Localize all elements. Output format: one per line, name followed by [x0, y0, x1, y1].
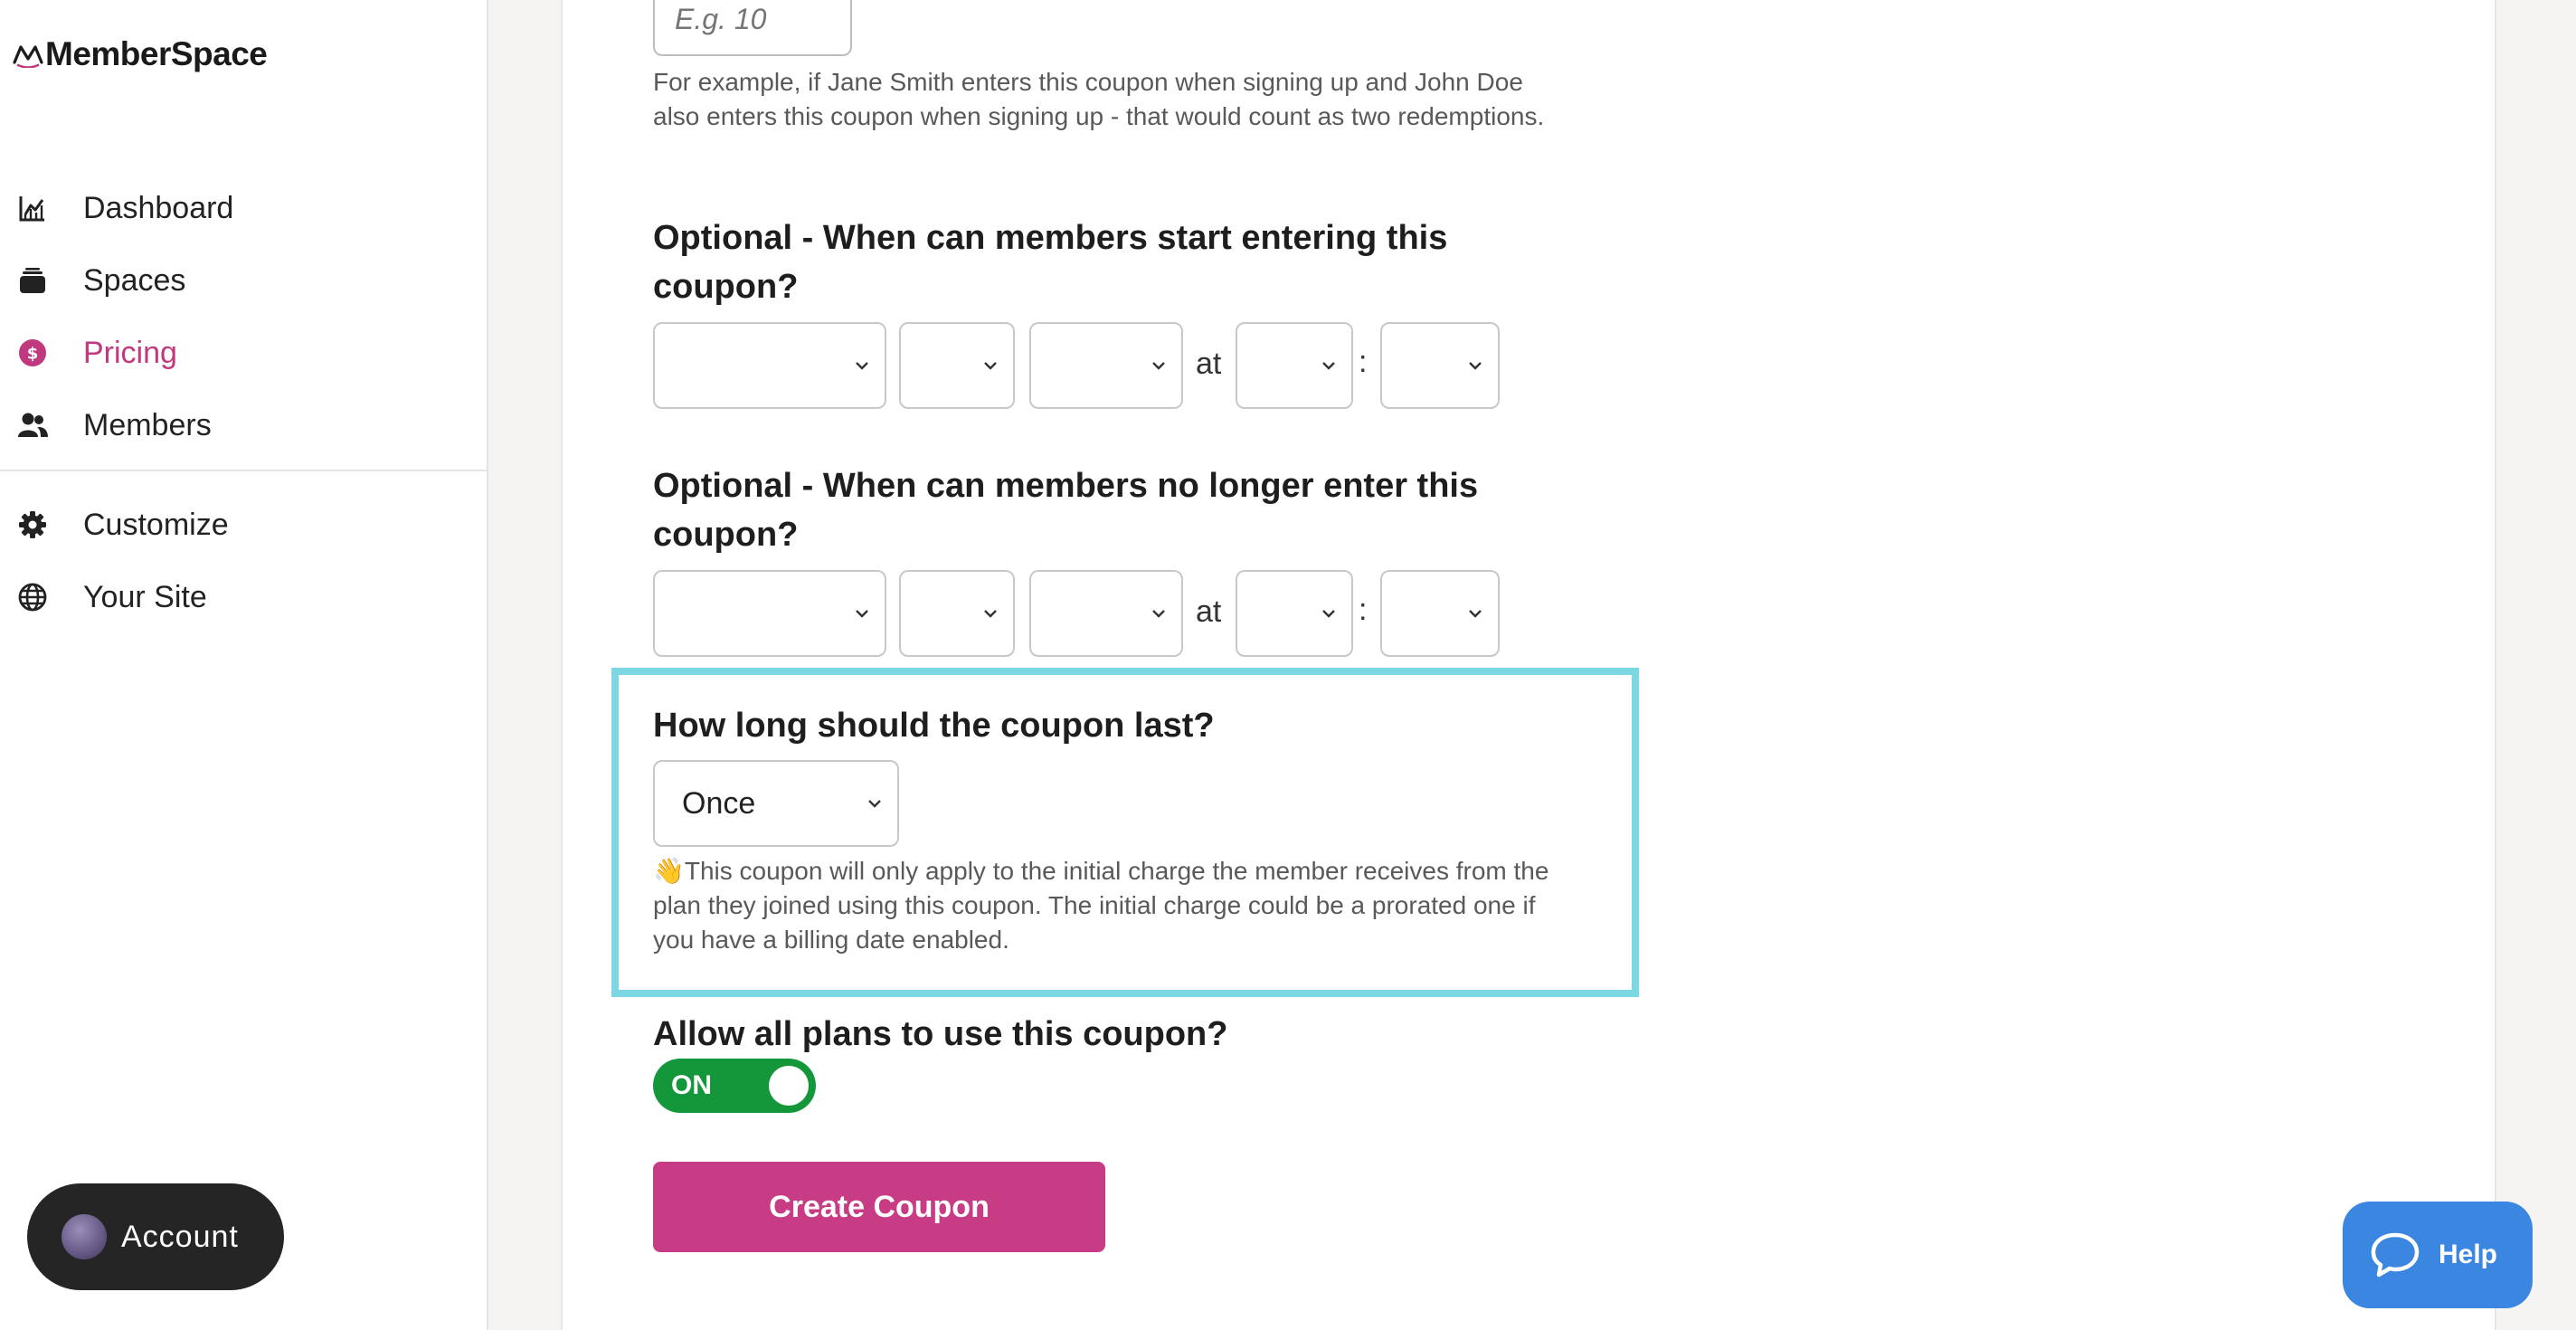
sidebar-item-label: Your Site — [83, 579, 207, 614]
chevron-down-icon — [984, 362, 997, 370]
sidebar-item-dashboard[interactable]: Dashboard — [0, 172, 488, 244]
sidebar-item-label: Spaces — [83, 262, 186, 298]
help-button[interactable]: Help — [2343, 1202, 2533, 1308]
sidebar: MemberSpace Dashboard Spaces $ Pricing M… — [0, 0, 488, 1330]
chevron-down-icon — [1322, 362, 1335, 370]
sidebar-item-customize[interactable]: Customize — [0, 489, 488, 561]
logo-mark-icon — [13, 45, 43, 68]
duration-select[interactable]: Once — [653, 760, 899, 847]
sidebar-nav-main: Dashboard Spaces $ Pricing Members — [0, 172, 488, 461]
chevron-down-icon — [1469, 610, 1482, 618]
logo[interactable]: MemberSpace — [13, 33, 268, 76]
chevron-down-icon — [1322, 610, 1335, 618]
avatar — [62, 1214, 107, 1259]
end-year-select[interactable] — [1029, 570, 1183, 657]
start-minute-select[interactable] — [1380, 322, 1500, 409]
sidebar-item-your-site[interactable]: Your Site — [0, 561, 488, 633]
end-month-select[interactable] — [653, 570, 886, 657]
dollar-icon: $ — [16, 337, 49, 369]
account-button[interactable]: Account — [27, 1183, 284, 1290]
chat-bubble-icon — [2371, 1232, 2420, 1278]
end-hour-select[interactable] — [1236, 570, 1353, 657]
svg-text:$: $ — [27, 345, 39, 364]
end-date-heading: Optional - When can members no longer en… — [653, 467, 1479, 554]
start-year-select[interactable] — [1029, 322, 1183, 409]
sidebar-divider — [0, 470, 488, 471]
colon-label: : — [1359, 593, 1368, 627]
start-day-select[interactable] — [899, 322, 1015, 409]
sidebar-item-spaces[interactable]: Spaces — [0, 244, 488, 317]
start-month-select[interactable] — [653, 322, 886, 409]
redemptions-help-text: For example, if Jane Smith enters this c… — [653, 68, 1545, 130]
sidebar-nav-secondary: Customize Your Site — [0, 489, 488, 633]
chevron-down-icon — [1152, 610, 1165, 618]
sidebar-item-pricing[interactable]: $ Pricing — [0, 317, 488, 389]
create-coupon-button[interactable]: Create Coupon — [653, 1162, 1105, 1252]
start-date-heading: Optional - When can members start enteri… — [653, 219, 1448, 306]
allow-plans-toggle[interactable]: ON — [653, 1059, 816, 1113]
chevron-down-icon — [1469, 362, 1482, 370]
sidebar-item-members[interactable]: Members — [0, 389, 488, 461]
chart-icon — [16, 192, 49, 224]
sidebar-item-label: Dashboard — [83, 190, 234, 225]
at-label: at — [1196, 347, 1222, 381]
app-root: MemberSpace Dashboard Spaces $ Pricing M… — [0, 0, 2576, 1330]
sidebar-item-label: Pricing — [83, 335, 177, 370]
sidebar-item-label: Customize — [83, 507, 229, 542]
gear-icon — [16, 508, 49, 541]
chevron-down-icon — [868, 800, 881, 808]
allow-plans-heading: Allow all plans to use this coupon? — [653, 1015, 1228, 1053]
duration-heading: How long should the coupon last? — [653, 707, 1215, 745]
stack-icon — [16, 264, 49, 297]
users-icon — [16, 409, 49, 442]
end-minute-select[interactable] — [1380, 570, 1500, 657]
help-label: Help — [2439, 1240, 2498, 1269]
start-hour-select[interactable] — [1236, 322, 1353, 409]
duration-help-text: 👋This coupon will only apply to the init… — [653, 857, 1549, 954]
logo-text: MemberSpace — [45, 35, 268, 72]
coupon-form-card — [561, 0, 2496, 1330]
end-day-select[interactable] — [899, 570, 1015, 657]
duration-select-value: Once — [682, 785, 756, 821]
max-redemptions-input[interactable] — [653, 0, 852, 56]
chevron-down-icon — [1152, 362, 1165, 370]
chevron-down-icon — [856, 362, 868, 370]
toggle-state-label: ON — [671, 1070, 712, 1100]
colon-label: : — [1359, 345, 1368, 379]
account-label: Account — [121, 1219, 239, 1254]
chevron-down-icon — [856, 610, 868, 618]
toggle-knob — [769, 1066, 809, 1106]
globe-icon — [16, 581, 49, 613]
at-label: at — [1196, 594, 1222, 629]
sidebar-item-label: Members — [83, 407, 212, 442]
chevron-down-icon — [984, 610, 997, 618]
